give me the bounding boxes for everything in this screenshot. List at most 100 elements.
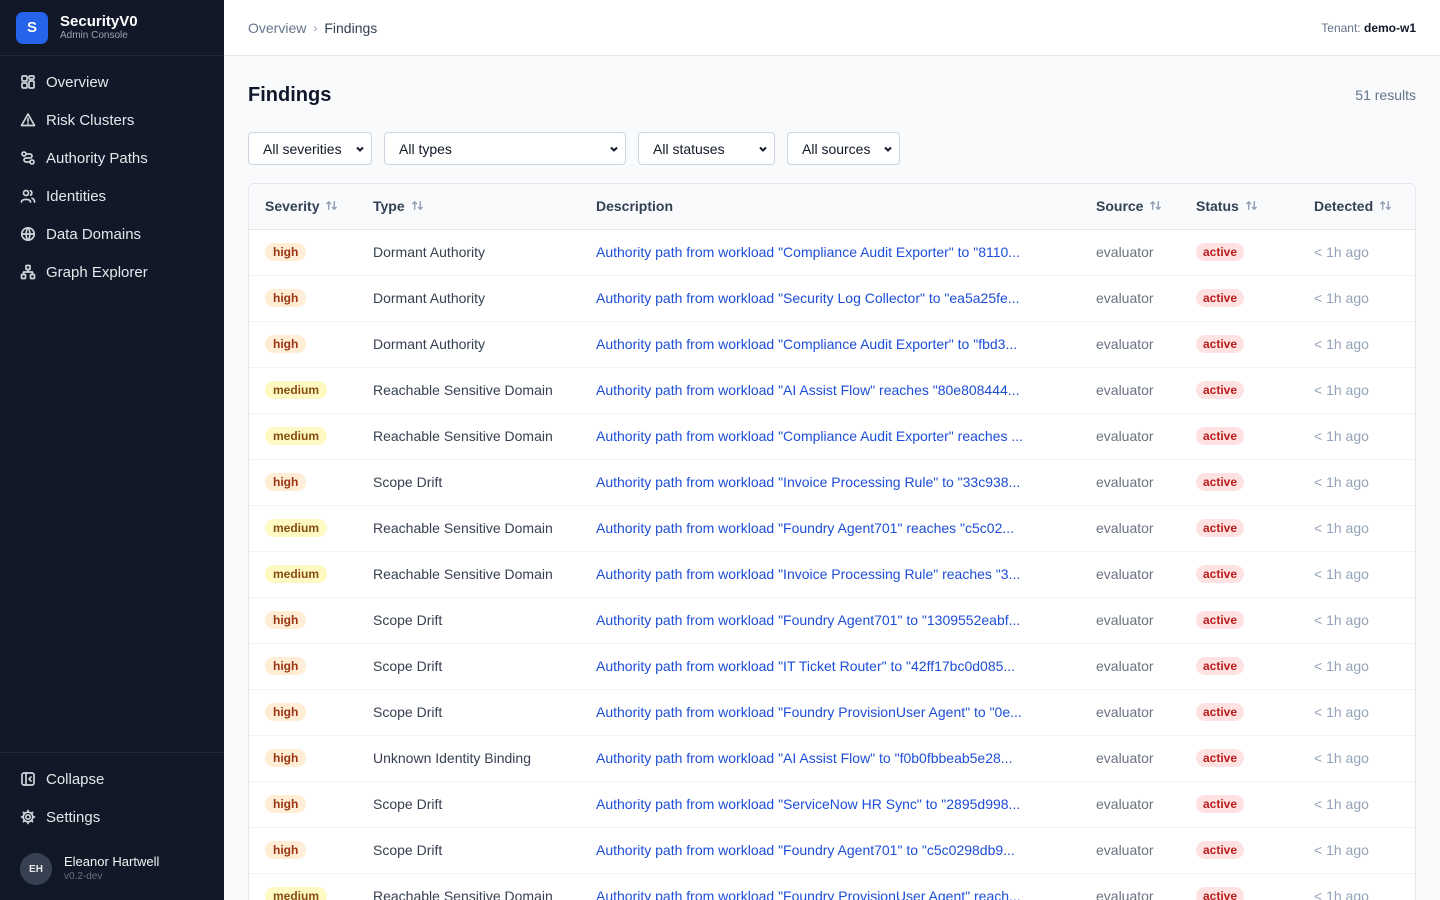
collapse-icon: [21, 772, 35, 786]
source-cell: evaluator: [1080, 505, 1180, 552]
sidebar-item-risk-clusters[interactable]: Risk Clusters: [0, 101, 224, 139]
sort-icon: [1379, 199, 1392, 215]
table-row[interactable]: high Dormant Authority Authority path from…: [249, 275, 1415, 322]
description-cell: Authority path from workload "Invoice Pr…: [580, 459, 1080, 506]
finding-link[interactable]: Authority path from workload "Foundry Ag…: [596, 842, 1064, 858]
table-row[interactable]: high Scope Drift Authority path from workl…: [249, 689, 1415, 736]
user-name: Eleanor Hartwell: [64, 854, 160, 869]
source-cell: evaluator: [1080, 321, 1180, 368]
severity-badge: high: [265, 289, 307, 307]
column-label: Detected: [1314, 197, 1374, 214]
brand[interactable]: S SecurityV0 Admin Console: [0, 0, 224, 56]
severity-cell: medium: [249, 551, 357, 598]
finding-link[interactable]: Authority path from workload "AI Assist …: [596, 382, 1064, 398]
source-cell: evaluator: [1080, 735, 1180, 782]
finding-link[interactable]: Authority path from workload "Compliance…: [596, 428, 1064, 444]
column-header-type[interactable]: Type: [357, 184, 580, 230]
severity-badge: high: [265, 243, 307, 261]
severity-badge: medium: [265, 381, 328, 399]
type-cell: Scope Drift: [357, 781, 580, 828]
severity-cell: high: [249, 597, 357, 644]
sidebar-item-graph-explorer[interactable]: Graph Explorer: [0, 253, 224, 291]
severity-badge: high: [265, 703, 307, 721]
finding-link[interactable]: Authority path from workload "AI Assist …: [596, 750, 1064, 766]
status-filter-select[interactable]: All statuses: [638, 132, 775, 165]
table-row[interactable]: high Dormant Authority Authority path from…: [249, 229, 1415, 276]
table-row[interactable]: high Scope Drift Authority path from workl…: [249, 781, 1415, 828]
sidebar-item-identities[interactable]: Identities: [0, 177, 224, 215]
table-row[interactable]: medium Reachable Sensitive Domain Authorit…: [249, 551, 1415, 598]
column-header-status[interactable]: Status: [1180, 184, 1298, 230]
finding-link[interactable]: Authority path from workload "Compliance…: [596, 244, 1064, 260]
breadcrumb-overview[interactable]: Overview: [248, 20, 306, 36]
source-filter-select[interactable]: All sources: [787, 132, 900, 165]
table-row[interactable]: high Scope Drift Authority path from workl…: [249, 597, 1415, 644]
finding-link[interactable]: Authority path from workload "Foundry Ag…: [596, 520, 1064, 536]
type-cell: Scope Drift: [357, 827, 580, 874]
table-row[interactable]: high Scope Drift Authority path from workl…: [249, 643, 1415, 690]
finding-link[interactable]: Authority path from workload "Foundry Pr…: [596, 888, 1064, 900]
detected-cell: < 1h ago: [1298, 275, 1415, 322]
severity-filter-select[interactable]: All severities: [248, 132, 372, 165]
finding-link[interactable]: Authority path from workload "Security L…: [596, 290, 1064, 306]
findings-table: Severity Type Description Source Status …: [248, 183, 1416, 900]
status-cell: active: [1180, 873, 1298, 900]
finding-link[interactable]: Authority path from workload "Invoice Pr…: [596, 474, 1064, 490]
finding-link[interactable]: Authority path from workload "Invoice Pr…: [596, 566, 1064, 582]
user-profile[interactable]: EH Eleanor Hartwell v0.2-dev: [0, 838, 224, 900]
severity-badge: medium: [265, 427, 328, 445]
sidebar-item-overview[interactable]: Overview: [0, 63, 224, 101]
severity-badge: high: [265, 657, 307, 675]
severity-badge: high: [265, 335, 307, 353]
status-badge: active: [1196, 519, 1245, 537]
column-header-detected[interactable]: Detected: [1298, 184, 1415, 230]
sort-icon: [411, 199, 424, 215]
source-cell: evaluator: [1080, 367, 1180, 414]
status-cell: active: [1180, 735, 1298, 782]
app-version: v0.2-dev: [64, 871, 103, 882]
table-row[interactable]: medium Reachable Sensitive Domain Authorit…: [249, 873, 1415, 900]
finding-link[interactable]: Authority path from workload "Foundry Pr…: [596, 704, 1064, 720]
route-icon: [21, 151, 35, 165]
table-row[interactable]: high Scope Drift Authority path from workl…: [249, 459, 1415, 506]
status-cell: active: [1180, 321, 1298, 368]
table-row[interactable]: high Scope Drift Authority path from workl…: [249, 827, 1415, 874]
finding-link[interactable]: Authority path from workload "ServiceNow…: [596, 796, 1064, 812]
description-cell: Authority path from workload "AI Assist …: [580, 735, 1080, 782]
type-filter-select[interactable]: All types: [384, 132, 626, 165]
column-label: Description: [596, 198, 674, 215]
tenant-value: demo-w1: [1363, 20, 1416, 35]
severity-filter-value: All severities: [263, 140, 342, 157]
brand-logo: S: [16, 11, 48, 44]
type-cell: Reachable Sensitive Domain: [357, 413, 580, 460]
table-row[interactable]: high Dormant Authority Authority path from…: [249, 321, 1415, 368]
sidebar-item-label: Identities: [46, 187, 107, 205]
brand-name: SecurityV0: [60, 12, 138, 30]
detected-cell: < 1h ago: [1298, 597, 1415, 644]
sidebar-item-authority-paths[interactable]: Authority Paths: [0, 139, 224, 177]
collapse-button[interactable]: Collapse: [0, 760, 224, 798]
table-row[interactable]: medium Reachable Sensitive Domain Authorit…: [249, 367, 1415, 414]
sidebar-item-label: Authority Paths: [46, 149, 148, 167]
finding-link[interactable]: Authority path from workload "IT Ticket …: [596, 658, 1064, 674]
source-cell: evaluator: [1080, 597, 1180, 644]
column-header-severity[interactable]: Severity: [249, 184, 357, 230]
collapse-label: Collapse: [46, 770, 105, 788]
type-cell: Dormant Authority: [357, 229, 580, 276]
settings-button[interactable]: Settings: [0, 798, 224, 836]
table-row[interactable]: high Unknown Identity Binding Authority pa…: [249, 735, 1415, 782]
grid-icon: [21, 75, 35, 89]
finding-link[interactable]: Authority path from workload "Foundry Ag…: [596, 612, 1064, 628]
table-row[interactable]: medium Reachable Sensitive Domain Authorit…: [249, 505, 1415, 552]
source-cell: evaluator: [1080, 873, 1180, 900]
globe-icon: [20, 226, 36, 242]
source-cell: evaluator: [1080, 643, 1180, 690]
column-header-source[interactable]: Source: [1080, 184, 1180, 230]
severity-cell: high: [249, 689, 357, 736]
sidebar-item-data-domains[interactable]: Data Domains: [0, 215, 224, 253]
settings-label: Settings: [46, 808, 101, 826]
table-row[interactable]: medium Reachable Sensitive Domain Authorit…: [249, 413, 1415, 460]
status-badge: active: [1196, 381, 1245, 399]
graph-icon: [20, 264, 36, 280]
finding-link[interactable]: Authority path from workload "Compliance…: [596, 336, 1064, 352]
